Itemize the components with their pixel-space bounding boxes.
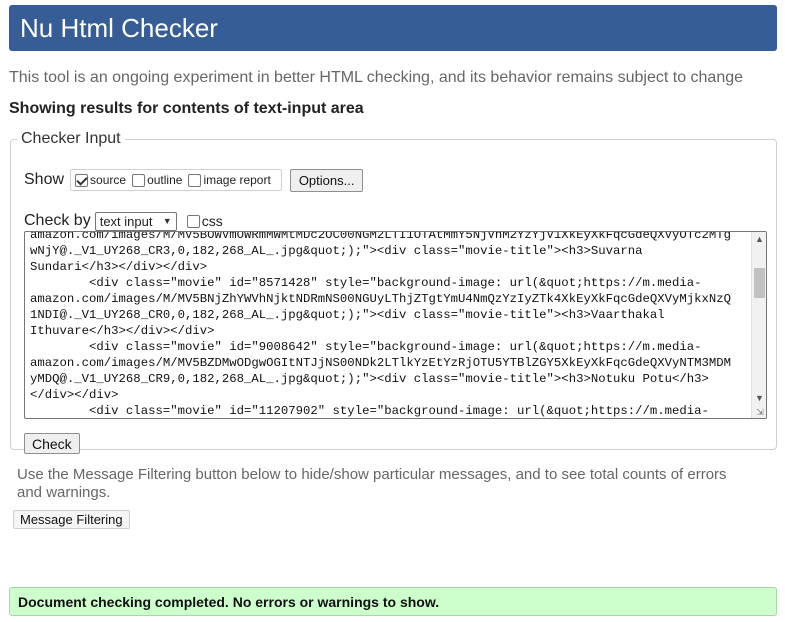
options-button[interactable]: Options...	[289, 168, 364, 192]
css-label: css	[201, 213, 223, 229]
message-filtering-button[interactable]: Message Filtering	[13, 510, 130, 529]
css-option[interactable]: css	[186, 213, 223, 229]
check-button[interactable]: Check	[24, 433, 80, 454]
source-checkbox[interactable]	[75, 173, 89, 187]
code-line: amazon.com/images/M/MV5BNjZhYWVhNjktNDRm…	[30, 292, 732, 306]
checker-input-panel: Checker Input Show source outline image …	[10, 130, 777, 454]
textarea-content: amazon.com/images/M/MV5BOWVmOWRmMWMtMDc2…	[25, 231, 753, 418]
scroll-up-icon[interactable]: ▲	[752, 232, 766, 247]
show-options-group: source outline image report	[70, 169, 282, 191]
code-line: </div></div>	[30, 388, 119, 402]
check-by-select[interactable]: text input ▼	[94, 211, 177, 231]
chevron-down-icon: ▼	[162, 216, 172, 226]
textarea-scrollbar[interactable]: ▲ ▼	[751, 232, 766, 418]
code-line: <div class="movie" id="9008642" style="b…	[30, 340, 702, 354]
app-header: Nu Html Checker	[9, 5, 777, 51]
code-line: 1NDI@._V1_UY268_CR0,0,182,268_AL_.jpg&qu…	[30, 308, 665, 322]
code-line: yMDQ@._V1_UY268_CR9,0,182,268_AL_.jpg&qu…	[30, 372, 709, 386]
source-label: source	[90, 173, 127, 187]
code-line: wNjY@._V1_UY268_CR3,0,182,268_AL_.jpg&qu…	[30, 244, 643, 258]
show-row: Show source outline image report Options…	[24, 168, 364, 192]
check-by-value: text input	[99, 213, 153, 229]
results-heading: Showing results for contents of text-inp…	[9, 100, 364, 117]
image-report-label: image report	[203, 173, 271, 187]
outline-label: outline	[147, 173, 183, 187]
code-line: Ithuvare</h3></div></div>	[30, 324, 215, 338]
show-image-report-option[interactable]: image report	[188, 173, 271, 187]
tool-description: This tool is an ongoing experiment in be…	[9, 69, 744, 86]
code-line: amazon.com/images/M/MV5BZDMwODgwOGItNTJj…	[30, 356, 732, 370]
show-label: Show	[24, 171, 65, 188]
show-outline-option[interactable]: outline	[132, 173, 182, 187]
css-checkbox[interactable]	[186, 214, 200, 228]
source-textarea[interactable]: amazon.com/images/M/MV5BOWVmOWRmMWMtMDc2…	[24, 231, 767, 419]
code-line: <div class="movie" id="11207902" style="…	[30, 404, 709, 418]
show-source-option[interactable]: source	[75, 173, 126, 187]
code-line: Sundari</h3></div></div>	[30, 260, 208, 274]
check-by-label: Check by	[24, 212, 91, 229]
code-line: <div class="movie" id="8571428" style="b…	[30, 276, 702, 290]
check-by-row: Check by text input ▼ css	[24, 210, 223, 232]
code-line: amazon.com/images/M/MV5BOWVmOWRmMWMtMDc2…	[30, 231, 732, 242]
scroll-down-icon[interactable]: ▼	[752, 391, 766, 406]
scrollbar-thumb[interactable]	[754, 268, 765, 298]
outline-checkbox[interactable]	[132, 173, 146, 187]
checker-input-legend: Checker Input	[21, 130, 121, 147]
success-message: Document checking completed. No errors o…	[9, 587, 777, 616]
image-report-checkbox[interactable]	[188, 173, 202, 187]
resize-handle-icon[interactable]: ⇲	[755, 407, 765, 417]
app-title: Nu Html Checker	[20, 13, 218, 43]
message-filtering-note: Use the Message Filtering button below t…	[17, 466, 727, 501]
